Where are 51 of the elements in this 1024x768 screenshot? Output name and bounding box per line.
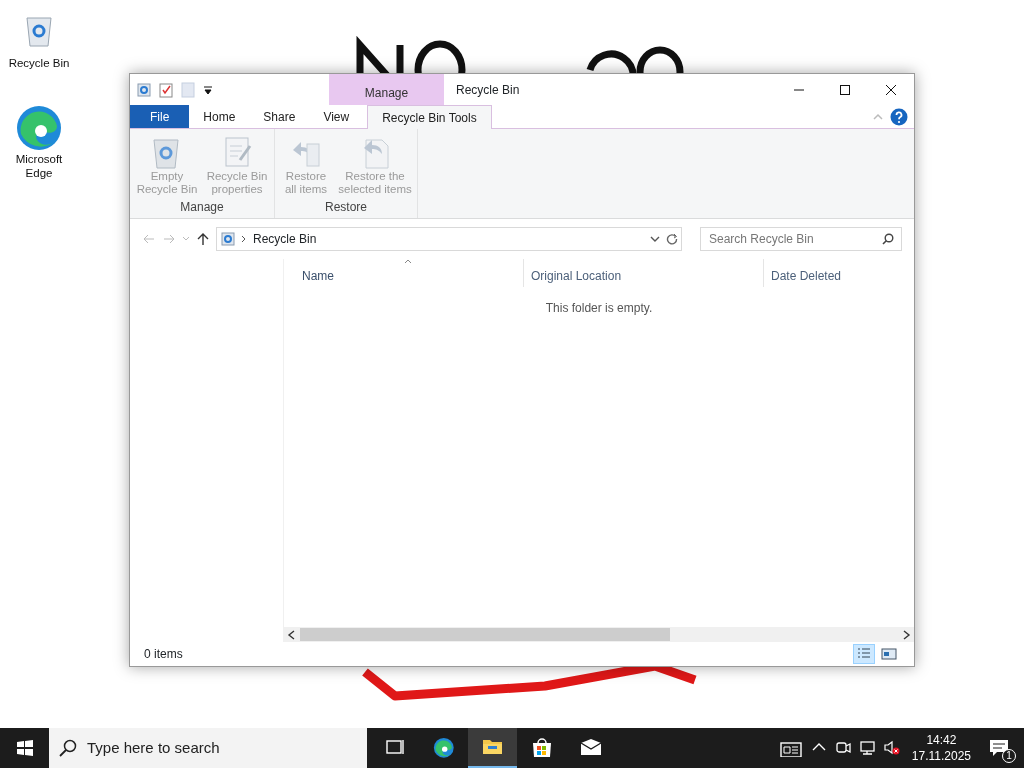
breadcrumb[interactable]: Recycle Bin [253,230,317,248]
ribbon-tab[interactable]: View [309,105,364,128]
tiles-icon [881,646,897,662]
sort-icon [403,259,412,264]
button-label: Restore all items [283,170,329,196]
search-icon[interactable] [882,233,894,245]
button-label: Recycle Bin properties [205,170,269,196]
address-bar[interactable]: Recycle Bin [216,227,682,251]
clock[interactable]: 14:42 17.11.2025 [908,731,974,765]
edge-icon[interactable] [15,104,63,152]
window-title: Recycle Bin [455,81,520,99]
column-header[interactable]: Name [284,259,524,287]
network-icon[interactable] [858,739,875,757]
file-explorer-button[interactable] [468,728,517,768]
column-header[interactable]: Original Location [524,259,764,287]
ribbon-tab[interactable]: Home [189,105,250,128]
notification-count: 1 [1002,749,1016,763]
chevron-icon [241,235,247,243]
up-icon[interactable] [196,232,210,246]
properties-icon[interactable] [158,81,174,98]
icon-label: Microsoft Edge [14,152,64,180]
search-icon[interactable] [59,739,77,757]
taskbar-search-field[interactable]: Type here to search [49,728,367,768]
group-label: Restore [324,199,368,216]
close-icon [885,83,897,96]
maximize-icon [839,83,851,96]
ribbon-tab[interactable]: Share [249,105,310,128]
context-tab-header: Manage [329,74,444,105]
help-icon[interactable] [890,107,908,126]
dropdown-icon[interactable] [650,235,660,243]
edge-icon [432,737,455,759]
item-count: 0 items [144,646,183,663]
button-label: Empty Recycle Bin [135,170,199,196]
shopping-bag-icon [530,737,553,759]
recycle-bin-icon [221,232,235,246]
ribbon-tab[interactable]: File [130,105,190,128]
empty-message: This folder is empty. [544,300,654,317]
icon-label: Recycle Bin [8,56,70,70]
group-label: Manage [179,199,225,216]
search-field[interactable]: Search Recycle Bin [700,227,902,251]
notification-icon [989,739,1009,758]
windows-logo-icon [16,740,33,756]
scrollbar-thumb[interactable] [300,628,670,641]
refresh-icon[interactable] [666,233,678,245]
column-header[interactable]: Date Deleted [764,259,914,287]
ribbon-tab[interactable]: Recycle Bin Tools [367,105,492,129]
button-label: Restore the selected items [338,170,412,196]
recycle-bin-icon[interactable] [136,81,152,98]
notifications-button[interactable]: 1 [982,733,1016,763]
news-icon[interactable] [778,739,803,757]
volume-muted-icon[interactable] [882,739,901,757]
